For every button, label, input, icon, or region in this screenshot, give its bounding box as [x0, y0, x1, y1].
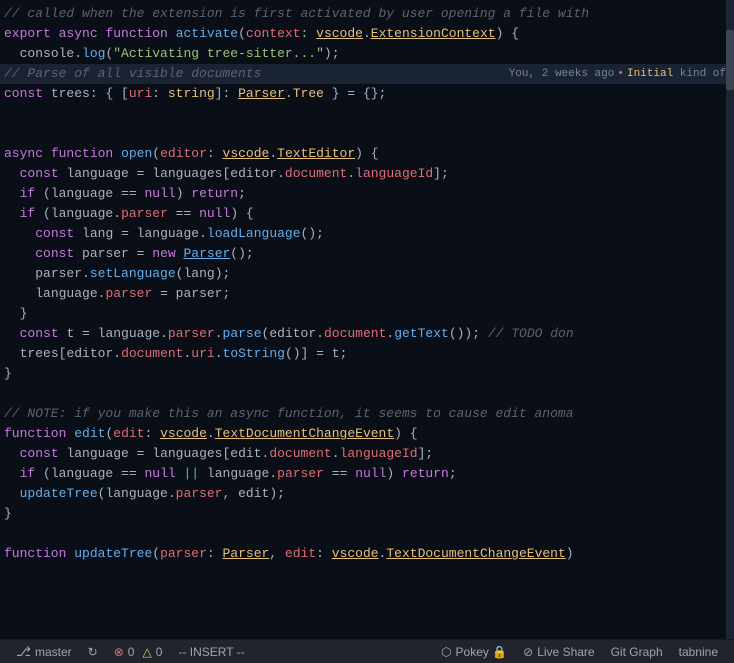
- tabnine-button[interactable]: tabnine: [671, 640, 726, 663]
- code-line: const lang = language.loadLanguage();: [0, 224, 734, 244]
- status-bar: ⎇ master ↻ ⊗ 0 △ 0 -- INSERT -- ⬡ Pokey …: [0, 639, 734, 663]
- refresh-icon: ↻: [88, 645, 98, 659]
- refresh-button[interactable]: ↻: [80, 640, 106, 663]
- code-line: export async function activate(context: …: [0, 24, 734, 44]
- branch-icon: ⎇: [16, 644, 31, 660]
- code-line: // called when the extension is first ac…: [0, 4, 734, 24]
- code-line: if (language == null || language.parser …: [0, 464, 734, 484]
- git-graph-label: Git Graph: [611, 645, 663, 659]
- code-line: language.parser = parser;: [0, 284, 734, 304]
- code-line: trees[editor.document.uri.toString()] = …: [0, 344, 734, 364]
- code-line: }: [0, 364, 734, 384]
- code-line: // NOTE: if you make this an async funct…: [0, 404, 734, 424]
- live-share-button[interactable]: ⊘ Live Share: [515, 640, 602, 663]
- code-editor[interactable]: // called when the extension is first ac…: [0, 0, 734, 639]
- code-line: }: [0, 304, 734, 324]
- git-annotation: You, 2 weeks ago•Initial kind of: [509, 64, 734, 84]
- code-line: [0, 384, 734, 404]
- scrollbar[interactable]: [726, 0, 734, 639]
- live-share-label: Live Share: [537, 645, 594, 659]
- code-line: if (language.parser == null) {: [0, 204, 734, 224]
- live-share-icon: ⊘: [523, 645, 533, 659]
- error-number: 0: [128, 645, 135, 659]
- pokey-icon: ⬡: [441, 645, 451, 659]
- git-branch[interactable]: ⎇ master: [8, 640, 80, 663]
- branch-name: master: [35, 645, 72, 659]
- code-line: function edit(edit: vscode.TextDocumentC…: [0, 424, 734, 444]
- code-line: parser.setLanguage(lang);: [0, 264, 734, 284]
- scrollbar-thumb[interactable]: [726, 30, 734, 90]
- code-line: function updateTree(parser: Parser, edit…: [0, 544, 734, 564]
- code-line: async function open(editor: vscode.TextE…: [0, 144, 734, 164]
- annotated-line: // Parse of all visible documents You, 2…: [0, 64, 734, 84]
- code-line: const trees: { [uri: string]: Parser.Tre…: [0, 84, 734, 104]
- warning-icon: △: [142, 645, 151, 659]
- pokey-label: Pokey 🔒: [456, 645, 508, 659]
- pokey-button[interactable]: ⬡ Pokey 🔒: [433, 640, 515, 663]
- git-graph-button[interactable]: Git Graph: [603, 640, 671, 663]
- code-line: const parser = new Parser();: [0, 244, 734, 264]
- code-line: console.log("Activating tree-sitter...")…: [0, 44, 734, 64]
- code-line: [0, 524, 734, 544]
- warning-number: 0: [156, 645, 163, 659]
- code-line: [0, 104, 734, 124]
- tabnine-label: tabnine: [679, 645, 718, 659]
- error-icon: ⊗: [114, 645, 124, 659]
- code-line: [0, 124, 734, 144]
- code-line: const language = languages[edit.document…: [0, 444, 734, 464]
- code-line: const language = languages[editor.docume…: [0, 164, 734, 184]
- code-line: updateTree(language.parser, edit);: [0, 484, 734, 504]
- mode-text: -- INSERT --: [178, 645, 244, 659]
- code-line: if (language == null) return;: [0, 184, 734, 204]
- code-line: const t = language.parser.parse(editor.d…: [0, 324, 734, 344]
- editor-mode: -- INSERT --: [170, 640, 252, 663]
- code-line: }: [0, 504, 734, 524]
- error-count[interactable]: ⊗ 0 △ 0: [106, 640, 171, 663]
